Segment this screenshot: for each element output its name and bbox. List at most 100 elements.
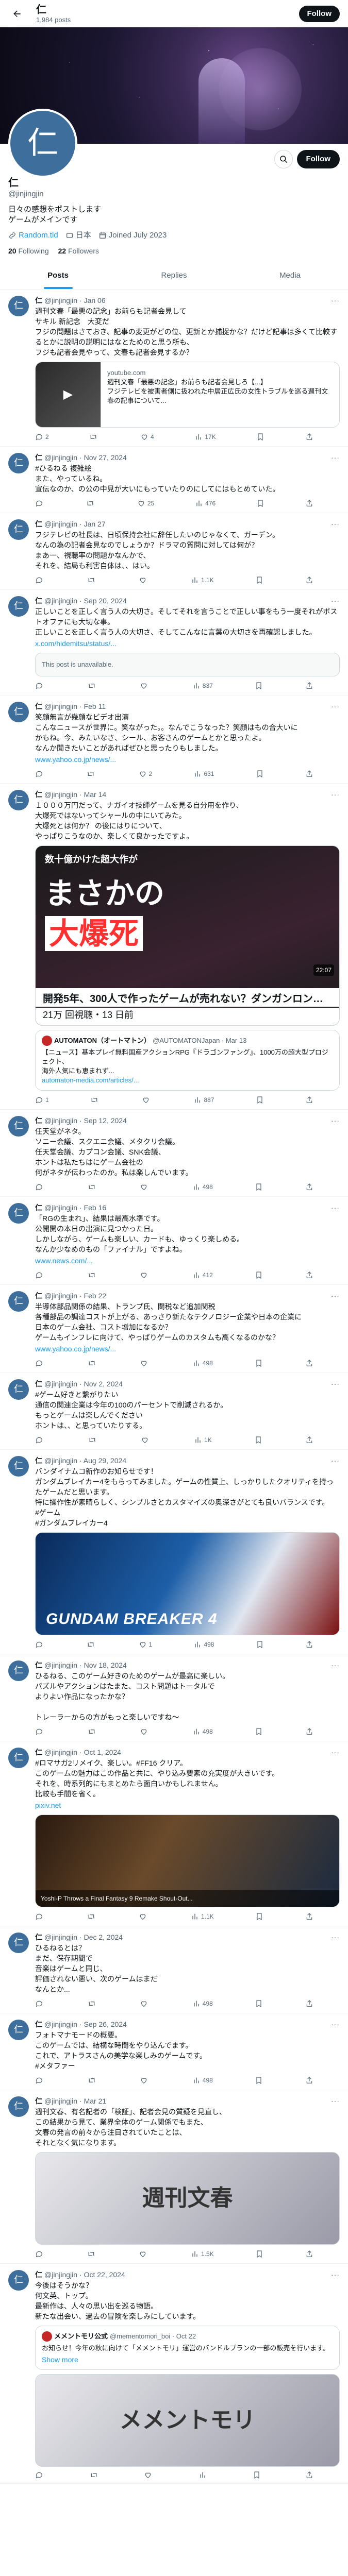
bookmark-action[interactable]	[255, 2249, 263, 2259]
tweet-author-handle[interactable]: @jinjingjin	[44, 1748, 77, 1757]
repost-action[interactable]	[89, 432, 100, 442]
tweet-author-name[interactable]: 仁	[35, 519, 42, 529]
reply-action[interactable]	[35, 1911, 45, 1922]
tweet-author-handle[interactable]: @jinjingjin	[44, 702, 77, 711]
header-follow-button[interactable]: Follow	[299, 5, 340, 22]
tweet-date[interactable]: · Oct 1, 2024	[79, 1748, 121, 1757]
more-options-icon[interactable]: ···	[331, 790, 340, 799]
share-action[interactable]	[305, 1182, 313, 1192]
quoted-tweet[interactable]: メメントモリ公式 @mementomori_boi · Oct 22 お知らせ！今年…	[35, 2326, 340, 2370]
tweet[interactable]: 仁 仁 @jinjingjin · Sep 26, 2024 ··· フォトマナ…	[0, 2013, 348, 2090]
tweet-author-name[interactable]: 仁	[35, 596, 42, 605]
reply-action[interactable]	[35, 1182, 45, 1192]
quoted-tweet-link[interactable]: automaton-media.com/articles/...	[42, 1076, 333, 1085]
tweet-image[interactable]: 週刊文春	[35, 2152, 340, 2245]
tweet[interactable]: 仁 仁 @jinjingjin · Aug 29, 2024 ··· バンダイナ…	[0, 1450, 348, 1654]
tweet-author-handle[interactable]: @jinjingjin	[44, 1379, 77, 1388]
tweet[interactable]: 仁 仁 @jinjingjin · Nov 18, 2024 ··· ひるねる、…	[0, 1654, 348, 1741]
share-action[interactable]	[305, 1911, 313, 1922]
like-action[interactable]	[140, 1182, 150, 1192]
views-action[interactable]: 1K	[194, 1435, 212, 1445]
reply-action[interactable]: 2	[35, 432, 49, 442]
like-action[interactable]	[141, 1435, 151, 1445]
reply-action[interactable]	[35, 1726, 45, 1737]
tweet-author-name[interactable]: 仁	[35, 1660, 42, 1670]
tweet-avatar[interactable]: 仁	[8, 2270, 29, 2291]
share-action[interactable]	[305, 498, 313, 509]
tweet-author-handle[interactable]: @jinjingjin	[44, 1116, 77, 1125]
follow-button[interactable]: Follow	[296, 150, 340, 168]
tweet-date[interactable]: · Jan 06	[79, 296, 106, 305]
tweet[interactable]: 仁 仁 @jinjingjin · Feb 11 ··· 笑顔無言が幾顔なビデオ…	[0, 696, 348, 784]
search-icon[interactable]	[274, 150, 293, 168]
quoted-author-name[interactable]: AUTOMATON（オートマトン）	[54, 1036, 151, 1045]
share-action[interactable]	[305, 1095, 313, 1105]
following-stat[interactable]: 20 Following	[8, 246, 49, 256]
tweet-author-handle[interactable]: @jinjingjin	[44, 1203, 77, 1212]
tweet[interactable]: 仁 仁 @jinjingjin · Sep 20, 2024 ··· 正しいこと…	[0, 590, 348, 696]
tweet[interactable]: 仁 仁 @jinjingjin · Feb 16 ··· 「RGの生まれ」、結果…	[0, 1197, 348, 1285]
tweet-author-name[interactable]: 仁	[35, 1291, 42, 1300]
tweet-author-name[interactable]: 仁	[35, 2096, 42, 2106]
tweet-author-name[interactable]: 仁	[35, 790, 42, 799]
show-more-link[interactable]: Show more	[42, 2355, 333, 2364]
tweet-author-handle[interactable]: @jinjingjin	[44, 453, 77, 462]
tweet-author-name[interactable]: 仁	[35, 1203, 42, 1212]
back-arrow-icon[interactable]	[8, 5, 26, 23]
tweet-avatar[interactable]: 仁	[8, 596, 29, 617]
share-action[interactable]	[305, 1726, 313, 1737]
share-action[interactable]	[305, 432, 313, 442]
like-action[interactable]	[142, 1095, 152, 1105]
repost-action[interactable]	[90, 1095, 101, 1105]
repost-action[interactable]	[88, 1435, 98, 1445]
video-thumbnail[interactable]: 数十億かけた超大作が まさかの 大爆死 22:07 開発5年、300人で作ったゲームが売…	[35, 845, 340, 1026]
views-action[interactable]: 498	[192, 2075, 213, 2086]
tweet-date[interactable]: · Nov 18, 2024	[79, 1660, 127, 1670]
tweet-avatar[interactable]: 仁	[8, 296, 29, 316]
tweet-avatar[interactable]: 仁	[8, 1203, 29, 1224]
repost-action[interactable]	[88, 1182, 98, 1192]
tweet-date[interactable]: · Feb 22	[79, 1291, 106, 1300]
bookmark-action[interactable]	[255, 1358, 263, 1368]
tweet-author-handle[interactable]: @jinjingjin	[44, 2020, 77, 2029]
views-action[interactable]: 1.1K	[191, 575, 214, 585]
share-action[interactable]	[305, 1435, 313, 1445]
tweet[interactable]: 仁 仁 @jinjingjin · Oct 1, 2024 ··· #ロマサガ2…	[0, 1741, 348, 1926]
tweet-author-handle[interactable]: @jinjingjin	[44, 1933, 77, 1942]
tweet-link[interactable]: www.yahoo.co.jp/news/...	[35, 754, 340, 765]
bookmark-action[interactable]	[255, 1270, 263, 1280]
tweet[interactable]: 仁 仁 @jinjingjin · Sep 12, 2024 ··· 任天堂がネ…	[0, 1110, 348, 1197]
more-options-icon[interactable]: ···	[331, 2270, 340, 2279]
like-action[interactable]: 25	[137, 498, 154, 509]
reply-action[interactable]	[35, 2471, 45, 2479]
tweet-avatar[interactable]: 仁	[8, 1291, 29, 1312]
tweet-author-name[interactable]: 仁	[35, 453, 42, 462]
share-action[interactable]	[305, 681, 313, 691]
tweet-avatar[interactable]: 仁	[8, 790, 29, 810]
tweet-link[interactable]: x.com/hidemitsu/status/...	[35, 638, 340, 649]
tweet-avatar[interactable]: 仁	[8, 1379, 29, 1400]
views-action[interactable]: 631	[193, 769, 214, 779]
views-action[interactable]	[198, 2471, 209, 2479]
views-action[interactable]: 887	[193, 1095, 214, 1105]
bookmark-action[interactable]	[255, 1182, 263, 1192]
link-card[interactable]: ▶ youtube.com 週刊文春「最悪の記念」お前らも記者会見しろ【...】 フ…	[35, 362, 340, 428]
reply-action[interactable]	[35, 769, 45, 779]
repost-action[interactable]	[87, 1911, 97, 1922]
tweet[interactable]: 仁 仁 @jinjingjin · Jan 06 ··· 週刊文春「最悪の記念」…	[0, 290, 348, 447]
repost-action[interactable]	[87, 575, 97, 585]
repost-action[interactable]	[90, 2471, 100, 2479]
tweet-date[interactable]: · Mar 14	[79, 790, 106, 799]
tweet[interactable]: 仁 仁 @jinjingjin · Feb 22 ··· 半導体部品関係の結果、…	[0, 1285, 348, 1373]
tweet-avatar[interactable]: 仁	[8, 453, 29, 473]
views-action[interactable]: 17K	[194, 432, 216, 442]
tweet-author-name[interactable]: 仁	[35, 1116, 42, 1125]
bookmark-action[interactable]	[256, 1095, 264, 1105]
views-action[interactable]: 1.5K	[191, 2249, 214, 2259]
bookmark-action[interactable]	[255, 1726, 263, 1737]
bookmark-action[interactable]	[256, 432, 264, 442]
like-action[interactable]: 4	[140, 432, 154, 442]
share-action[interactable]	[305, 2075, 313, 2086]
quoted-tweet[interactable]: AUTOMATON（オートマトン） @AUTOMATONJapan · Mar 1…	[35, 1030, 340, 1091]
profile-link[interactable]: Random.tld	[8, 230, 58, 241]
